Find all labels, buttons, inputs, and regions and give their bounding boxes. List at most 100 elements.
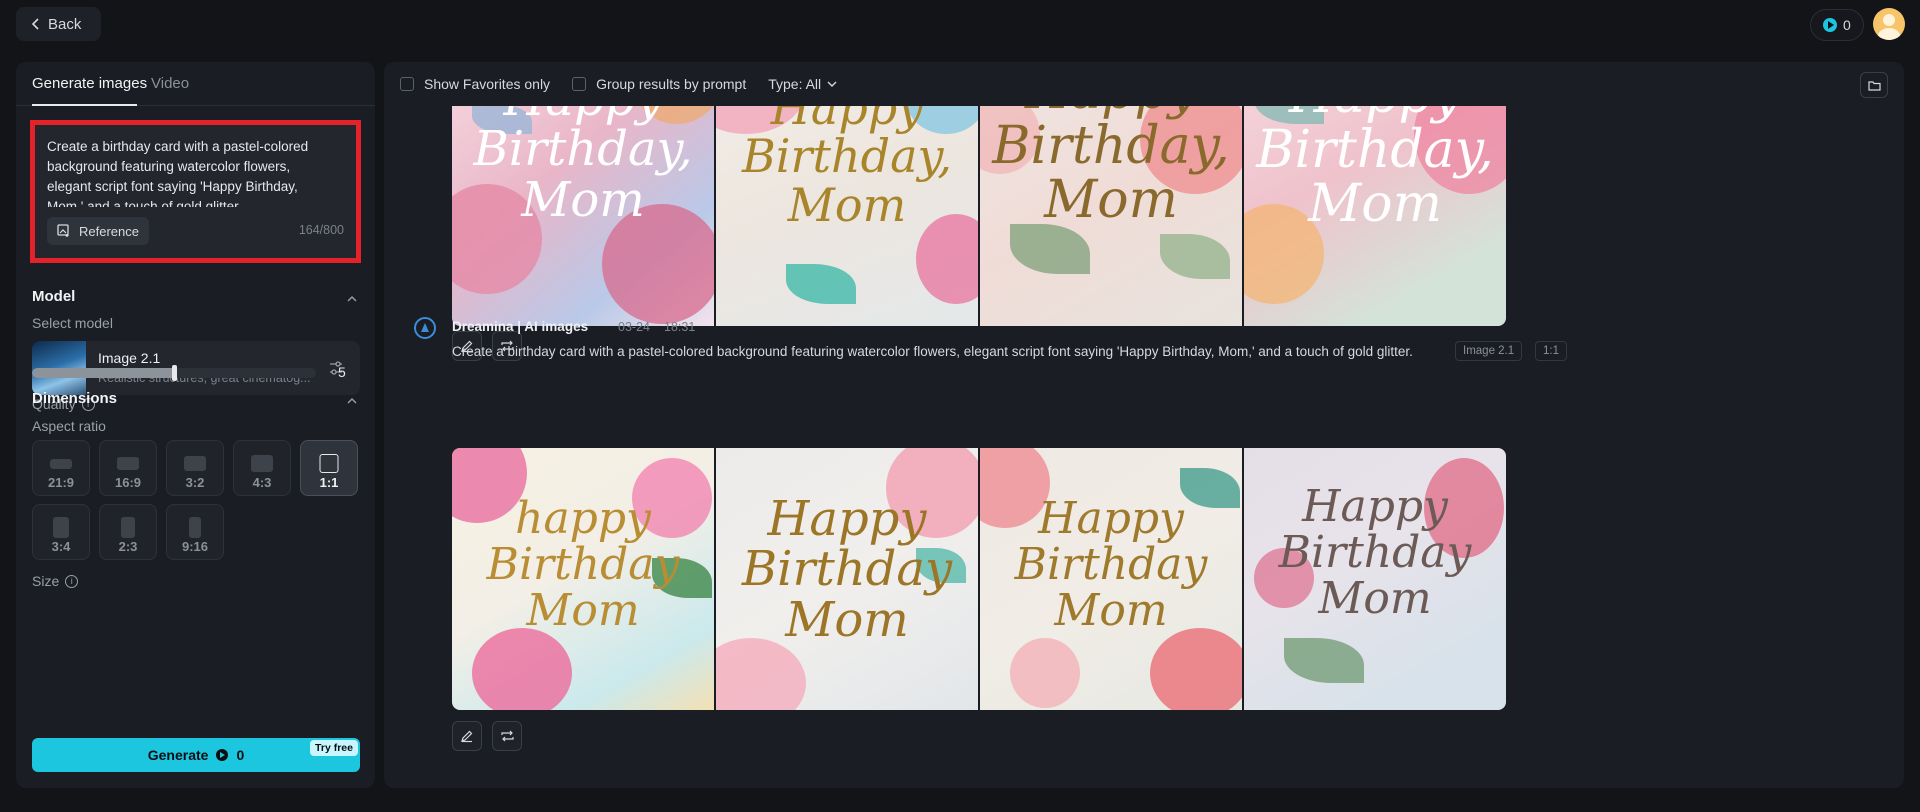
generation-header: Dreamina | AI images 03-24 18:31 Create … (414, 315, 1814, 375)
ratio-3-4-label: 3:4 (51, 539, 71, 554)
greeting-line-2: Birthday (1278, 527, 1472, 579)
favorites-checkbox[interactable] (400, 77, 414, 91)
ratio-21-9-icon (50, 459, 72, 469)
generation-date: 03-24 (618, 320, 650, 334)
ratio-1-1-label: 1:1 (319, 475, 339, 490)
greeting-line-2: Birthday, (1256, 119, 1494, 180)
ratio-3-4-icon (53, 517, 69, 538)
pencil-icon (461, 730, 473, 743)
generate-label: Generate (147, 747, 209, 763)
generation-prompt[interactable]: Create a birthday card with a pastel-col… (452, 344, 1413, 359)
generated-image[interactable]: Happy Birthday Mom (980, 448, 1242, 710)
folder-button[interactable] (1860, 72, 1888, 98)
credits-badge[interactable]: 0 (1810, 9, 1864, 41)
ratio-21-9-label: 21:9 (47, 475, 75, 490)
ratio-3-2-label: 3:2 (185, 475, 205, 490)
aspect-ratio-label: Aspect ratio (32, 418, 106, 434)
ratio-2-3-icon (121, 517, 135, 538)
collapse-dimensions-icon[interactable] (347, 396, 357, 406)
ratio-2-3[interactable]: 2:3 (99, 504, 157, 560)
quality-value: 5 (338, 364, 346, 380)
card-greeting: happy Birthday Mom (452, 493, 714, 637)
reference-button[interactable]: Reference (47, 217, 149, 245)
ratio-3-2[interactable]: 3:2 (166, 440, 224, 496)
image-reference-icon (57, 224, 69, 237)
credit-icon (1823, 18, 1837, 32)
leaf-decoration (1010, 224, 1090, 274)
reference-label: Reference (79, 223, 139, 239)
flower-decoration (472, 628, 572, 710)
info-icon[interactable]: i (65, 574, 79, 588)
model-section-title: Model (32, 288, 76, 305)
ratio-2-3-label: 2:3 (118, 539, 138, 554)
group-checkbox[interactable] (572, 77, 587, 91)
ratio-21-9[interactable]: 21:9 (32, 440, 90, 496)
greeting-line-2: Birthday, (742, 129, 952, 184)
greeting-line-3: Mom (521, 171, 645, 228)
group-label: Group results by prompt (596, 76, 747, 92)
generated-image[interactable]: happy Birthday Mom (452, 448, 714, 710)
filter-bar: Show Favorites only Group results by pro… (384, 62, 1904, 106)
ratio-16-9[interactable]: 16:9 (99, 440, 157, 496)
credit-icon (216, 749, 229, 761)
card-greeting: Happy Birthday Mom (980, 495, 1242, 635)
try-free-badge: Try free (310, 740, 358, 756)
mode-tabs: Generate images Video (16, 62, 375, 106)
generated-image[interactable]: Happy Birthday Mom (716, 448, 978, 710)
greeting-line-1: happy (515, 493, 651, 544)
greeting-line-3: Mom (526, 585, 640, 637)
prompt-input[interactable]: Create a birthday card with a pastel-col… (47, 137, 327, 207)
quality-slider-fill (32, 368, 174, 378)
quality-slider[interactable] (32, 365, 316, 381)
back-label: Back (48, 15, 82, 33)
leaf-decoration (786, 264, 856, 304)
ratio-1-1[interactable]: 1:1 (300, 440, 358, 496)
ratio-1-1-icon (319, 454, 339, 473)
flower-decoration (1010, 638, 1080, 708)
ratio-9-16-icon (189, 517, 201, 538)
favorites-filter[interactable]: Show Favorites only (400, 76, 550, 92)
ratio-9-16[interactable]: 9:16 (166, 504, 224, 560)
char-count: 164/800 (298, 223, 344, 237)
ratio-4-3[interactable]: 4:3 (233, 440, 291, 496)
regenerate-button[interactable] (492, 721, 522, 751)
select-model-label: Select model (32, 315, 113, 331)
ratio-3-4[interactable]: 3:4 (32, 504, 90, 560)
generated-image[interactable]: Happy Birthday Mom (1244, 448, 1506, 710)
group-filter[interactable]: Group results by prompt (572, 76, 746, 92)
back-button[interactable]: Back (16, 7, 102, 41)
model-name: Image 2.1 (98, 350, 161, 366)
card-greeting: Happy Birthday Mom (716, 491, 978, 648)
folder-icon (1867, 80, 1881, 91)
greeting-line-2: Birthday (486, 539, 680, 591)
dreamina-logo-icon (414, 317, 436, 339)
collapse-model-icon[interactable] (347, 294, 357, 304)
generation-settings-panel: Generate images Video Create a birthday … (16, 62, 375, 788)
greeting-line-3: Mom (785, 591, 909, 648)
edit-button[interactable] (452, 721, 482, 751)
credits-count: 0 (1843, 17, 1851, 33)
image-row-2: happy Birthday Mom Happy Birthday Mom Ha… (452, 448, 1506, 710)
flower-decoration (1150, 628, 1242, 710)
flower-decoration (716, 638, 806, 710)
tab-generate-images[interactable]: Generate images (32, 75, 147, 92)
tab-video[interactable]: Video (151, 75, 189, 92)
results-panel: Show Favorites only Group results by pro… (384, 62, 1904, 788)
avatar[interactable] (1873, 8, 1905, 40)
generate-button[interactable]: Generate 0 Try free (32, 738, 360, 772)
prompt-box[interactable]: Create a birthday card with a pastel-col… (30, 120, 361, 263)
greeting-line-3: Mom (1044, 170, 1178, 231)
greeting-line-1: Happy (767, 491, 927, 547)
leaf-decoration (1160, 234, 1230, 279)
card-greeting: Happy Birthday Mom (1244, 481, 1506, 623)
repeat-icon (500, 730, 514, 742)
type-dropdown[interactable]: Type: All (768, 76, 837, 92)
greeting-line-1: Happy (1302, 481, 1448, 532)
ratio-9-16-label: 9:16 (181, 539, 209, 554)
greeting-line-3: Mom (1308, 174, 1442, 235)
greeting-line-2: Birthday, (473, 121, 693, 178)
chevron-left-icon (32, 18, 39, 30)
active-tab-indicator (32, 104, 137, 106)
quality-slider-handle[interactable] (172, 365, 177, 381)
size-label: Size (32, 573, 60, 589)
